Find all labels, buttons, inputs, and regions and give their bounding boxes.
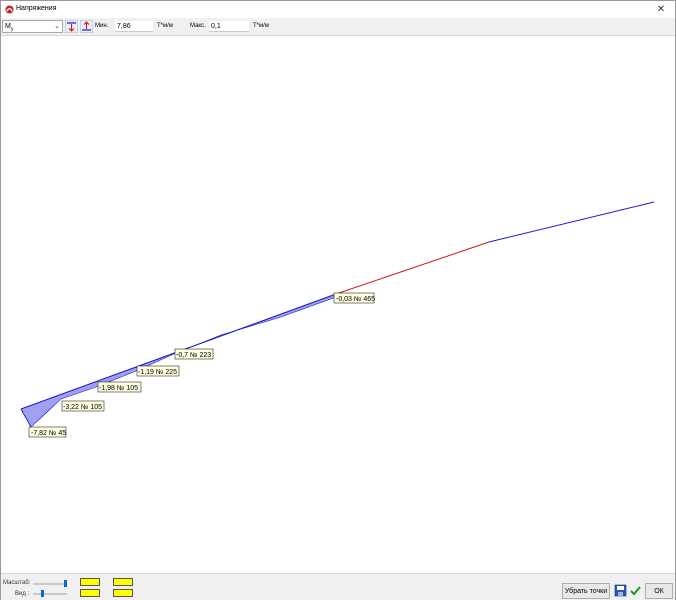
bottom-bar: Масштаб: Вид : Убрать точки ОК: [1, 573, 675, 600]
svg-text:-1,19 № 225: -1,19 № 225: [138, 369, 177, 376]
toolbar: My ⌄ Мин. 7,86 Т*м/м Макс. 0,1 Т*м/м: [1, 18, 675, 36]
max-unit: Т*м/м: [253, 23, 269, 29]
value-label: -0,03 № 465: [333, 292, 375, 304]
value-label: -3,22 № 105: [61, 400, 105, 412]
window-title: Напряжения: [16, 5, 57, 12]
close-button[interactable]: ✕: [647, 1, 675, 18]
stress-window: Напряжения ✕ My ⌄ Мин. 7,86 Т*м/м Макс. …: [0, 0, 676, 600]
diagram-canvas[interactable]: -0,03 № 465 -0,7 № 223 -1,19 № 225 -1,98…: [1, 37, 675, 573]
min-value-field[interactable]: 7,86: [115, 21, 153, 32]
max-value-field[interactable]: 0,1: [209, 21, 249, 32]
stress-diagram: -0,03 № 465 -0,7 № 223 -1,19 № 225 -1,98…: [20, 201, 655, 438]
view-label: Вид :: [15, 591, 30, 597]
color-swatch[interactable]: [80, 578, 100, 586]
scale-label: Масштаб:: [3, 580, 31, 586]
value-label: -7,82 № 45: [28, 426, 67, 438]
svg-text:-1,98 № 105: -1,98 № 105: [99, 385, 138, 392]
max-label: Макс.: [190, 23, 206, 29]
scale-slider-thumb[interactable]: [64, 580, 67, 587]
ok-button[interactable]: ОК: [645, 583, 673, 599]
bar-axis-positive: [335, 241, 490, 295]
component-select[interactable]: My ⌄: [2, 20, 63, 33]
svg-text:-7,82 № 45: -7,82 № 45: [31, 430, 66, 437]
save-icon[interactable]: [614, 584, 627, 597]
clear-points-button[interactable]: Убрать точки: [562, 583, 610, 599]
svg-text:-0,03 № 465: -0,03 № 465: [336, 296, 375, 303]
color-swatch[interactable]: [113, 589, 133, 597]
show-max-icon[interactable]: [80, 20, 93, 33]
chevron-down-icon: ⌄: [54, 23, 60, 30]
component-value: My: [5, 23, 14, 33]
show-min-icon[interactable]: [65, 20, 78, 33]
close-icon: ✕: [656, 4, 666, 15]
color-swatch[interactable]: [80, 589, 100, 597]
view-slider[interactable]: [33, 593, 67, 595]
svg-text:-0,7 № 223: -0,7 № 223: [176, 352, 211, 359]
check-icon[interactable]: [629, 584, 642, 597]
app-icon: [5, 5, 14, 14]
bar-axis-end: [488, 201, 655, 243]
color-swatch[interactable]: [113, 578, 133, 586]
min-label: Мин.: [95, 23, 109, 29]
svg-text:-3,22 № 105: -3,22 № 105: [63, 404, 102, 411]
value-label: -1,98 № 105: [97, 381, 142, 393]
view-slider-thumb[interactable]: [41, 590, 44, 597]
title-bar: Напряжения ✕: [1, 1, 675, 18]
min-unit: Т*м/м: [157, 23, 173, 29]
scale-slider[interactable]: [33, 583, 67, 585]
value-label: -1,19 № 225: [136, 365, 180, 377]
value-label: -0,7 № 223: [174, 348, 214, 360]
